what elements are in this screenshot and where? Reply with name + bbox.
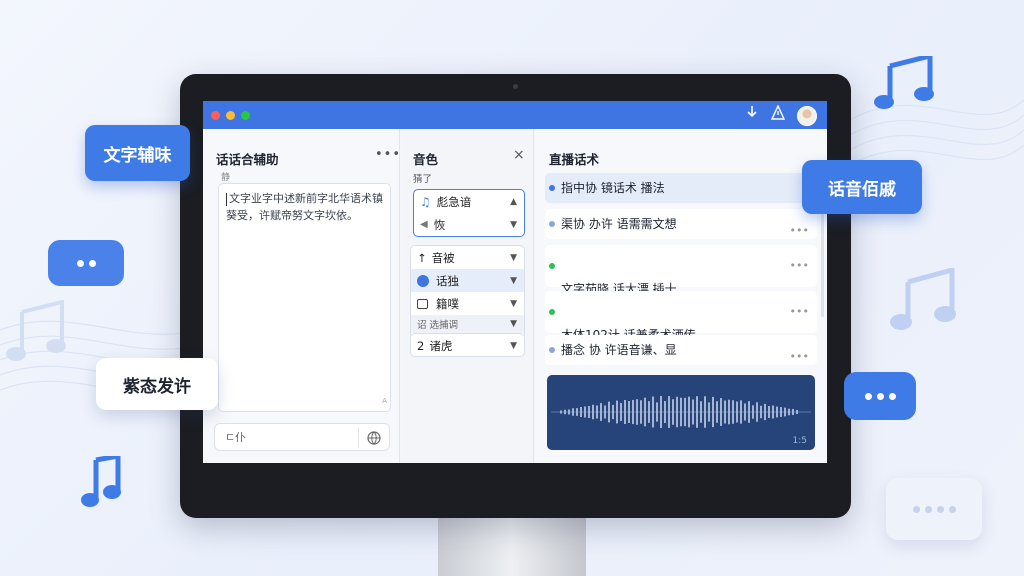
audio-waveform[interactable]: 1:5 <box>547 375 815 450</box>
editor-content: 文字业字中述新前字北华语术镇葵受，许赋帝努文字坎依。 <box>226 192 383 222</box>
window-icon <box>417 298 428 309</box>
voice-option[interactable]: ♫ 彪急谙 ▲ <box>414 190 524 213</box>
left-panel-title: 话话合辅助 <box>216 152 279 167</box>
bubble-label: 话音佰戚 <box>828 179 896 200</box>
maximize-window-button[interactable] <box>241 110 250 120</box>
status-dot <box>549 221 555 227</box>
script-item[interactable]: 木体102计 话兼柔术洒传 藤 9 协文燕 ••• <box>545 291 817 358</box>
status-dot <box>549 263 555 269</box>
chevron-up-icon: ▲ <box>510 196 517 207</box>
setting-row[interactable]: ↑ 音被 ▼ <box>411 246 524 269</box>
music-note-icon <box>6 300 66 361</box>
script-item[interactable]: 指中协 镜话术 播法 <box>545 173 817 203</box>
app-window: 话话合辅助 ••• 静 文字业字中述新前字北华语术镇葵受，许赋帝努文字坎依。 A… <box>203 101 827 463</box>
left-panel: 话话合辅助 ••• 静 文字业字中述新前字北华语术镇葵受，许赋帝努文字坎依。 A… <box>203 129 400 463</box>
speaker-icon: ◀ <box>420 219 428 230</box>
download-icon[interactable] <box>745 105 759 127</box>
chat-bubble-icon <box>48 240 124 286</box>
setting-row[interactable]: 话独 ▼ <box>411 269 524 292</box>
script-item[interactable]: 渠协 办许 语需需文想 ••• <box>545 209 817 239</box>
more-button[interactable]: ••• <box>790 304 809 320</box>
extra-label: 诸虎 <box>429 338 453 353</box>
music-note-icon: ♫ <box>420 194 431 209</box>
text-cursor <box>226 192 227 206</box>
script-item-text: 播念 协 许语音谦、显 <box>561 343 677 357</box>
script-item-text: 渠协 办许 语需需文想 <box>561 217 677 231</box>
sub-label: 静 <box>221 173 231 183</box>
close-icon[interactable]: × <box>513 147 526 163</box>
location-icon <box>417 274 429 287</box>
status-dot <box>549 347 555 353</box>
feature-bubble: 文字辅味 <box>85 125 190 181</box>
feature-bubble: 话音佰戚 <box>802 160 922 214</box>
voice-option[interactable]: ◀ 恢 ▼ <box>414 213 524 236</box>
chevron-down-icon: ▼ <box>510 219 517 230</box>
resize-mark: A <box>382 397 387 405</box>
arrow-up-icon: ↑ <box>417 250 427 265</box>
input-placeholder: ㄷ仆 <box>225 431 247 444</box>
close-window-button[interactable] <box>211 110 220 120</box>
bubble-label: 紫态发许 <box>123 376 191 397</box>
voice-select[interactable]: ♫ 彪急谙 ▲ ◀ 恢 ▼ <box>413 189 525 237</box>
text-editor[interactable]: 文字业字中述新前字北华语术镇葵受，许赋帝努文字坎依。 A <box>218 183 391 412</box>
more-button[interactable]: ••• <box>790 342 809 372</box>
script-panel-title: 直播话术 <box>549 152 600 167</box>
feature-bubble: 紫态发许 <box>96 358 218 410</box>
sub-label: 猜了 <box>413 174 433 185</box>
waveform-graphic <box>551 396 811 428</box>
status-dot <box>549 309 555 315</box>
script-item[interactable]: 文字茄晓 话大漂 插十 组1 竟你 高博嫡 ••• <box>545 245 817 312</box>
chevron-down-icon: ▼ <box>510 319 517 329</box>
script-item[interactable]: 播念 协 许语音谦、显 ••• <box>545 335 817 365</box>
chevron-down-icon: ▼ <box>510 252 517 263</box>
title-bar <box>203 101 827 129</box>
chevron-down-icon: ▼ <box>510 298 517 309</box>
music-note-icon <box>874 56 934 109</box>
settings-list: ↑ 音被 ▼ 话独 ▼ 籍噗 ▼ 诏 选捕调 ▼ <box>410 245 525 339</box>
more-button[interactable]: ••• <box>375 147 401 162</box>
camera-dot <box>513 84 518 89</box>
minimize-window-button[interactable] <box>226 110 235 120</box>
divider <box>358 428 359 448</box>
alert-icon[interactable] <box>770 104 786 127</box>
more-button[interactable]: ••• <box>790 258 809 274</box>
setting-row[interactable]: 诏 选捕调 ▼ <box>411 315 524 333</box>
setting-row[interactable]: 籍噗 ▼ <box>411 292 524 315</box>
chevron-down-icon: ▼ <box>510 340 517 351</box>
waveform-time: 1:5 <box>792 436 807 446</box>
extra-prefix: 2 <box>417 338 425 353</box>
translate-icon[interactable] <box>367 430 381 449</box>
more-button[interactable]: ••• <box>790 216 809 246</box>
extra-select[interactable]: 2 诸虎 ▼ <box>410 333 525 357</box>
voice-panel: 音色 × 猜了 ♫ 彪急谙 ▲ ◀ 恢 ▼ ↑ 音被 ▼ 话独 ▼ 籍噗 ▼ 诏… <box>401 129 534 463</box>
bubble-label: 文字辅味 <box>103 145 172 166</box>
music-note-icon <box>81 456 121 507</box>
extra-row: 2 诸虎 ▼ <box>411 334 524 357</box>
voice-panel-title: 音色 <box>413 152 439 167</box>
music-note-icon <box>890 268 956 330</box>
chat-bubble-icon <box>844 372 916 420</box>
script-item-text: 指中协 镜话术 播法 <box>561 181 665 195</box>
chat-bubble-icon <box>886 478 982 540</box>
script-panel: 直播话术 指中协 镜话术 播法 渠协 办许 语需需文想 ••• 文字茄晓 话大漂… <box>535 129 827 463</box>
input-bar[interactable]: ㄷ仆 <box>214 423 390 451</box>
status-dot <box>549 185 555 191</box>
user-avatar[interactable] <box>797 106 817 126</box>
chevron-down-icon: ▼ <box>510 275 517 286</box>
